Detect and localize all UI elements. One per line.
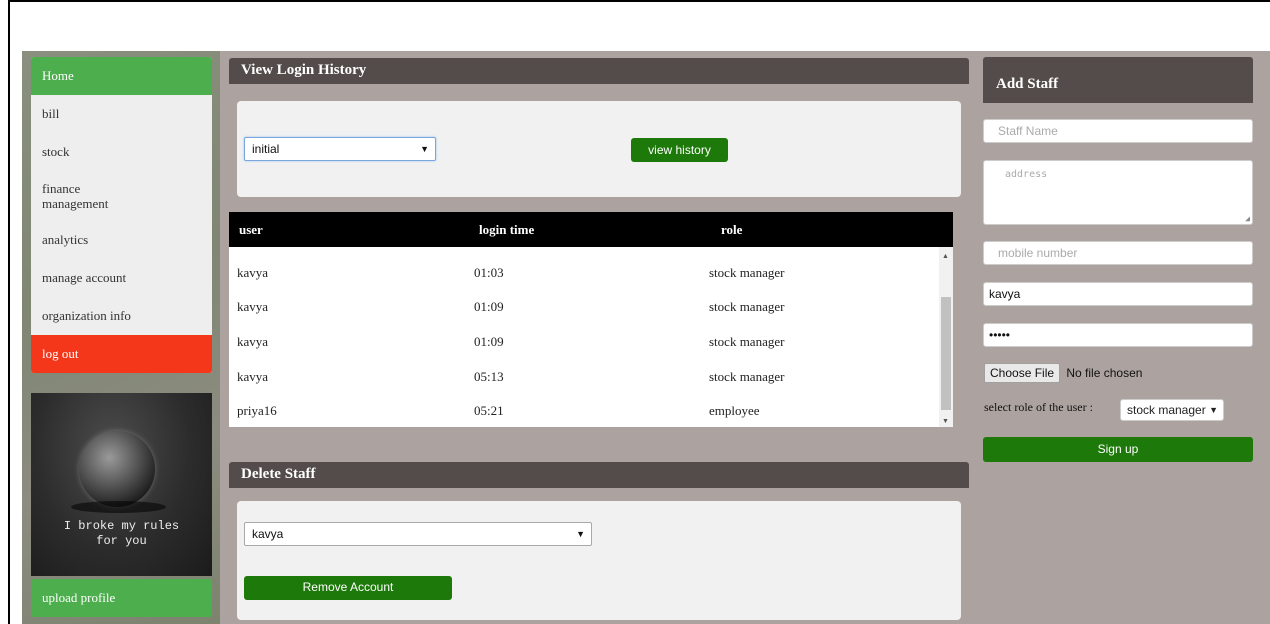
cell-role: stock manager — [709, 334, 785, 349]
delete-staff-user-select[interactable]: kavya ▼ — [244, 522, 592, 546]
delete-staff-panel — [237, 501, 961, 620]
selected-user-text: initial — [252, 142, 280, 156]
view-history-button[interactable]: view history — [631, 138, 728, 162]
profile-picture: I broke my rules for you — [31, 393, 212, 576]
file-upload-row: Choose File No file chosen — [984, 363, 1142, 383]
upload-profile-button[interactable]: upload profile — [31, 579, 212, 617]
sphere-shadow — [71, 501, 166, 513]
table-scrollbar[interactable]: ▲ ▼ — [939, 247, 953, 427]
role-selected-text: stock manager — [1127, 403, 1206, 417]
file-status-text: No file chosen — [1066, 366, 1143, 380]
column-header-user: user — [239, 222, 263, 237]
table-row: kavya 05:13 stock manager — [229, 369, 939, 403]
signup-button[interactable]: Sign up — [983, 437, 1253, 462]
login-table-header: user login time role — [229, 212, 953, 247]
table-row: kavya 01:09 stock manager — [229, 299, 939, 333]
cell-user: kavya — [237, 299, 269, 314]
dropdown-arrow-icon: ▼ — [1209, 405, 1218, 415]
address-placeholder: address — [1005, 169, 1048, 180]
selected-user-text: kavya — [252, 527, 284, 541]
username-input[interactable]: kavya — [983, 282, 1253, 306]
delete-staff-title: Delete Staff — [229, 462, 969, 488]
cell-login-time: 01:03 — [474, 265, 504, 280]
crystal-ball-image — [79, 431, 155, 507]
cell-login-time: 05:13 — [474, 369, 504, 384]
sidebar-item-stock[interactable]: stock — [31, 133, 212, 171]
cell-role: employee — [709, 403, 760, 418]
choose-file-button[interactable]: Choose File — [984, 363, 1061, 383]
sidebar-item-log-out[interactable]: log out — [31, 335, 212, 373]
cell-user: kavya — [237, 265, 269, 280]
column-header-role: role — [721, 222, 743, 237]
sidebar-item-finance-management[interactable]: finance management — [31, 171, 141, 221]
cell-login-time: 05:21 — [474, 403, 504, 418]
address-textarea[interactable]: address ◢ — [983, 160, 1253, 225]
sidebar-item-organization-info[interactable]: organization info — [31, 297, 212, 335]
scroll-thumb[interactable] — [941, 297, 951, 410]
sidebar-item-manage-account[interactable]: manage account — [31, 259, 212, 297]
role-label: select role of the user : — [984, 400, 1093, 414]
cell-role: stock manager — [709, 265, 785, 280]
cell-role: stock manager — [709, 369, 785, 384]
cell-login-time: 01:09 — [474, 334, 504, 349]
sidebar-item-analytics[interactable]: analytics — [31, 221, 212, 259]
cell-login-time: 01:09 — [474, 299, 504, 314]
role-select[interactable]: stock manager ▼ — [1120, 399, 1224, 421]
table-row: kavya 01:09 stock manager — [229, 334, 939, 368]
password-input[interactable]: ••••• — [983, 323, 1253, 347]
table-row: kavya 01:03 stock manager — [229, 265, 939, 299]
table-row: priya16 05:21 employee — [229, 403, 939, 427]
sidebar-item-home[interactable]: Home — [31, 57, 212, 95]
mobile-number-input[interactable]: mobile number — [983, 241, 1253, 265]
profile-quote: I broke my rules for you — [63, 519, 180, 548]
column-header-login-time: login time — [479, 222, 535, 237]
dropdown-arrow-icon: ▼ — [420, 144, 429, 154]
login-history-user-select[interactable]: initial ▼ — [244, 137, 436, 161]
scroll-up-icon[interactable]: ▲ — [942, 252, 949, 260]
cell-user: kavya — [237, 334, 269, 349]
login-table-body: kavya 01:03 stock manager kavya 01:09 st… — [229, 247, 953, 427]
cell-role: stock manager — [709, 299, 785, 314]
sidebar-nav: Home bill stock finance management analy… — [31, 57, 212, 373]
remove-account-button[interactable]: Remove Account — [244, 576, 452, 600]
login-history-title: View Login History — [229, 58, 969, 84]
add-staff-title: Add Staff — [983, 57, 1253, 103]
cell-user: priya16 — [237, 403, 277, 418]
staff-name-input[interactable]: Staff Name — [983, 119, 1253, 143]
cell-user: kavya — [237, 369, 269, 384]
dropdown-arrow-icon: ▼ — [576, 529, 585, 539]
sidebar-item-bill[interactable]: bill — [31, 95, 212, 133]
scroll-down-icon[interactable]: ▼ — [942, 417, 949, 425]
resize-handle-icon[interactable]: ◢ — [1245, 214, 1250, 223]
